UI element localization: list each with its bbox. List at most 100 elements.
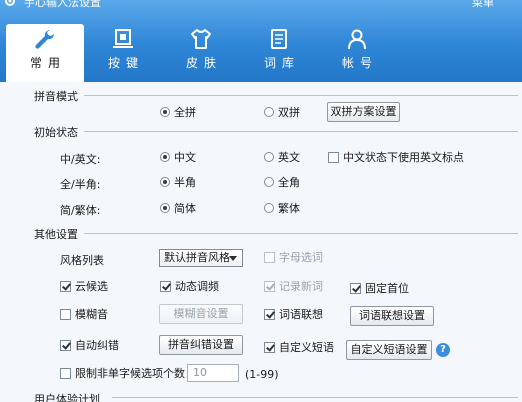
checkbox-dynamic-frequency[interactable]: 动态调频 (160, 278, 219, 294)
checkbox-auto-correct[interactable]: 自动纠错 (60, 337, 119, 353)
checkbox-box (160, 280, 171, 292)
autocorrect-settings-button[interactable]: 拼音纠错设置 (159, 335, 243, 355)
association-settings-button[interactable]: 词语联想设置 (350, 306, 434, 326)
checkbox-word-association[interactable]: 词语联想 (264, 306, 323, 322)
radio-dot (160, 152, 170, 162)
radio-traditional[interactable]: 繁体 (264, 200, 300, 216)
radio-english[interactable]: 英文 (264, 149, 300, 165)
radio-dot (160, 177, 170, 187)
radio-dot (264, 107, 274, 117)
checkbox-fix-first[interactable]: 固定首位 (350, 280, 409, 296)
wrench-icon (35, 29, 55, 49)
checkbox-box (264, 341, 275, 353)
user-icon (348, 29, 366, 50)
checkbox-label: 字母选词 (279, 251, 323, 264)
style-list-label: 风格列表 (60, 254, 104, 267)
keyboard-icon (113, 29, 133, 48)
section-title-initial-state: 初始状态 (34, 126, 78, 139)
checkbox-box (60, 280, 71, 292)
tab-keys[interactable]: 按键 (84, 24, 162, 82)
custom-phrase-settings-button[interactable]: 自定义短语设置 (346, 340, 432, 360)
checkbox-box (264, 308, 275, 320)
checkbox-fuzzy-sound[interactable]: 模糊音 (60, 306, 108, 322)
header-bar: 手心输入法设置 菜单 常用 按键 皮肤 词库 帐号 (0, 0, 522, 82)
radio-label: 中文 (174, 151, 196, 164)
tab-dictionary[interactable]: 词库 (240, 24, 318, 82)
radio-label: 全角 (278, 176, 300, 189)
radio-label: 英文 (278, 151, 300, 164)
radio-label: 繁体 (278, 202, 300, 215)
checkbox-letter-select[interactable]: 字母选词 (264, 249, 323, 265)
checkbox-label: 模糊音 (75, 308, 108, 321)
style-select-value: 默认拼音风格 (164, 251, 230, 264)
checkbox-limit-candidates[interactable]: 限制非单字候选项个数 (60, 365, 185, 381)
section-divider (112, 397, 518, 398)
tab-label: 按键 (107, 56, 144, 70)
width-label: 全/半角: (60, 178, 101, 191)
checkbox-label: 固定首位 (365, 282, 409, 295)
checkbox-custom-phrase[interactable]: 自定义短语 (264, 339, 334, 355)
script-label: 简/繁体: (60, 204, 101, 217)
checkbox-cloud-candidate[interactable]: 云候选 (60, 278, 108, 294)
fuzzy-settings-button[interactable]: 模糊音设置 (159, 304, 243, 324)
radio-label: 全拼 (174, 106, 196, 119)
gear-icon (5, 0, 15, 6)
checkbox-cn-english-punct[interactable]: 中文状态下使用英文标点 (328, 149, 464, 165)
radio-dot (264, 177, 274, 187)
radio-full-width[interactable]: 全角 (264, 174, 300, 190)
checkbox-record-new-words[interactable]: 记录新词 (264, 278, 323, 294)
section-divider (84, 95, 518, 96)
section-title-user-plan: 用户体验计划 (34, 393, 100, 402)
lang-label: 中/英文: (60, 153, 101, 166)
tab-common[interactable]: 常用 (6, 24, 84, 82)
radio-quanpin[interactable]: 全拼 (160, 104, 196, 120)
radio-chinese[interactable]: 中文 (160, 149, 196, 165)
menu-button[interactable]: 菜单 (472, 0, 494, 10)
tab-label: 词库 (263, 56, 300, 70)
radio-simplified[interactable]: 简体 (160, 200, 196, 216)
radio-dot (264, 152, 274, 162)
radio-label: 半角 (174, 176, 196, 189)
section-title-other: 其他设置 (34, 228, 78, 241)
dictionary-icon (271, 29, 287, 49)
shuangpin-settings-button[interactable]: 双拼方案设置 (327, 102, 400, 122)
tshirt-icon (191, 29, 211, 49)
radio-dot (160, 107, 170, 117)
radio-label: 双拼 (278, 106, 300, 119)
checkbox-label: 云候选 (75, 280, 108, 293)
checkbox-label: 中文状态下使用英文标点 (343, 151, 464, 164)
checkbox-box (350, 282, 361, 294)
title-bar: 手心输入法设置 菜单 (0, 0, 522, 10)
radio-dot (160, 203, 170, 213)
section-title-pinyin-mode: 拼音模式 (34, 90, 78, 103)
checkbox-box (264, 280, 275, 292)
radio-dot (264, 203, 274, 213)
style-select[interactable]: 默认拼音风格 (159, 249, 243, 267)
limit-range-label: (1-99) (245, 368, 279, 381)
checkbox-label: 记录新词 (279, 280, 323, 293)
radio-shuangpin[interactable]: 双拼 (264, 104, 300, 120)
checkbox-box (60, 367, 71, 379)
checkbox-label: 限制非单字候选项个数 (75, 367, 185, 380)
window-title: 手心输入法设置 (24, 0, 101, 9)
checkbox-label: 自定义短语 (279, 341, 334, 354)
tab-label: 皮肤 (185, 56, 222, 70)
section-divider (84, 131, 518, 132)
checkbox-box (60, 308, 71, 320)
tab-label: 帐号 (341, 56, 378, 70)
help-icon[interactable]: ? (436, 343, 450, 357)
section-divider (84, 233, 518, 234)
tab-skin[interactable]: 皮肤 (162, 24, 240, 82)
limit-candidates-input[interactable]: 10 (187, 364, 239, 382)
radio-label: 简体 (174, 202, 196, 215)
checkbox-label: 自动纠错 (75, 339, 119, 352)
chevron-down-icon (229, 256, 237, 261)
tab-account[interactable]: 帐号 (318, 24, 396, 82)
checkbox-box (264, 251, 275, 263)
radio-half-width[interactable]: 半角 (160, 174, 196, 190)
tab-label: 常用 (29, 56, 66, 70)
checkbox-box (60, 339, 71, 351)
checkbox-label: 动态调频 (175, 280, 219, 293)
checkbox-label: 词语联想 (279, 308, 323, 321)
checkbox-box (328, 151, 339, 163)
